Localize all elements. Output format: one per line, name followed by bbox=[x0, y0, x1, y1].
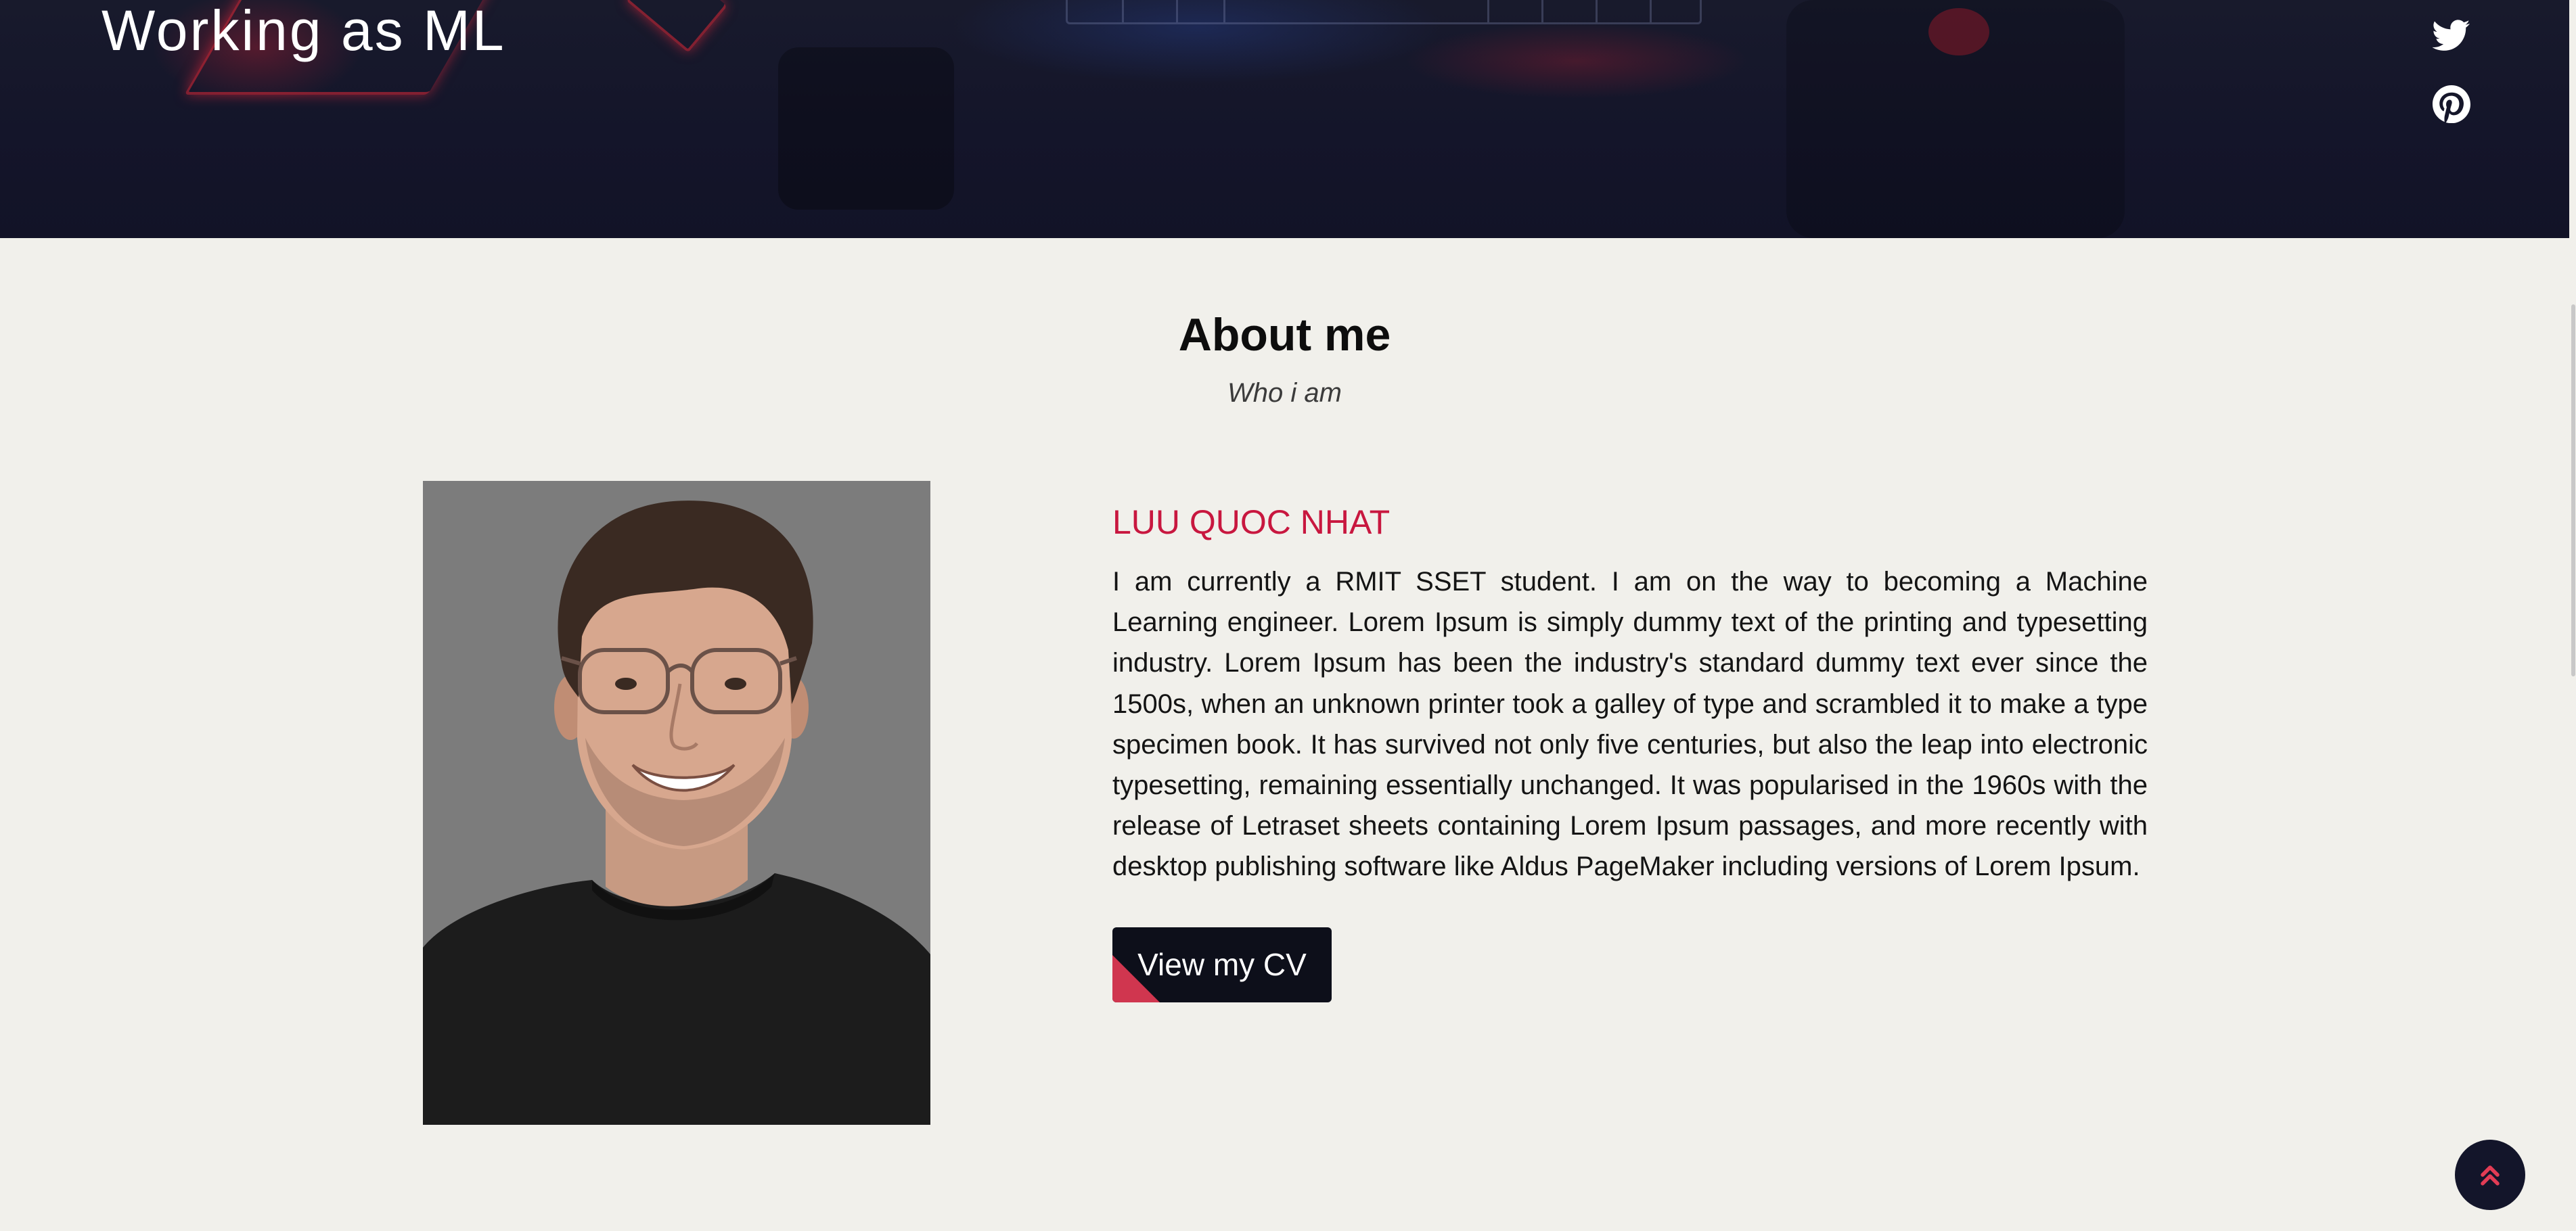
double-chevron-up-icon bbox=[2475, 1160, 2505, 1190]
scrollbar-thumb[interactable] bbox=[2571, 304, 2575, 676]
pinterest-icon[interactable] bbox=[2433, 85, 2470, 123]
hero-background-decoration bbox=[626, 0, 727, 53]
profile-name: LUU QUOC NHAT bbox=[1112, 503, 1391, 541]
view-cv-button[interactable]: View my CV bbox=[1112, 927, 1332, 1002]
section-subtitle: Who i am bbox=[1227, 378, 1342, 408]
profile-photo bbox=[423, 481, 930, 1125]
hero-background-decoration bbox=[778, 47, 954, 210]
profile-bio: I am currently a RMIT SSET student. I am… bbox=[1112, 567, 2148, 882]
back-to-top-button[interactable] bbox=[2455, 1140, 2525, 1210]
hero-banner: Working as ML bbox=[0, 0, 2569, 238]
section-title: About me bbox=[1178, 309, 1391, 361]
hero-title: Working as ML bbox=[101, 0, 506, 62]
hero-keyboard-decoration bbox=[1066, 0, 1702, 24]
hero-background-decoration bbox=[1786, 0, 2125, 238]
view-cv-button-label: View my CV bbox=[1137, 947, 1307, 982]
twitter-icon[interactable] bbox=[2433, 16, 2470, 54]
